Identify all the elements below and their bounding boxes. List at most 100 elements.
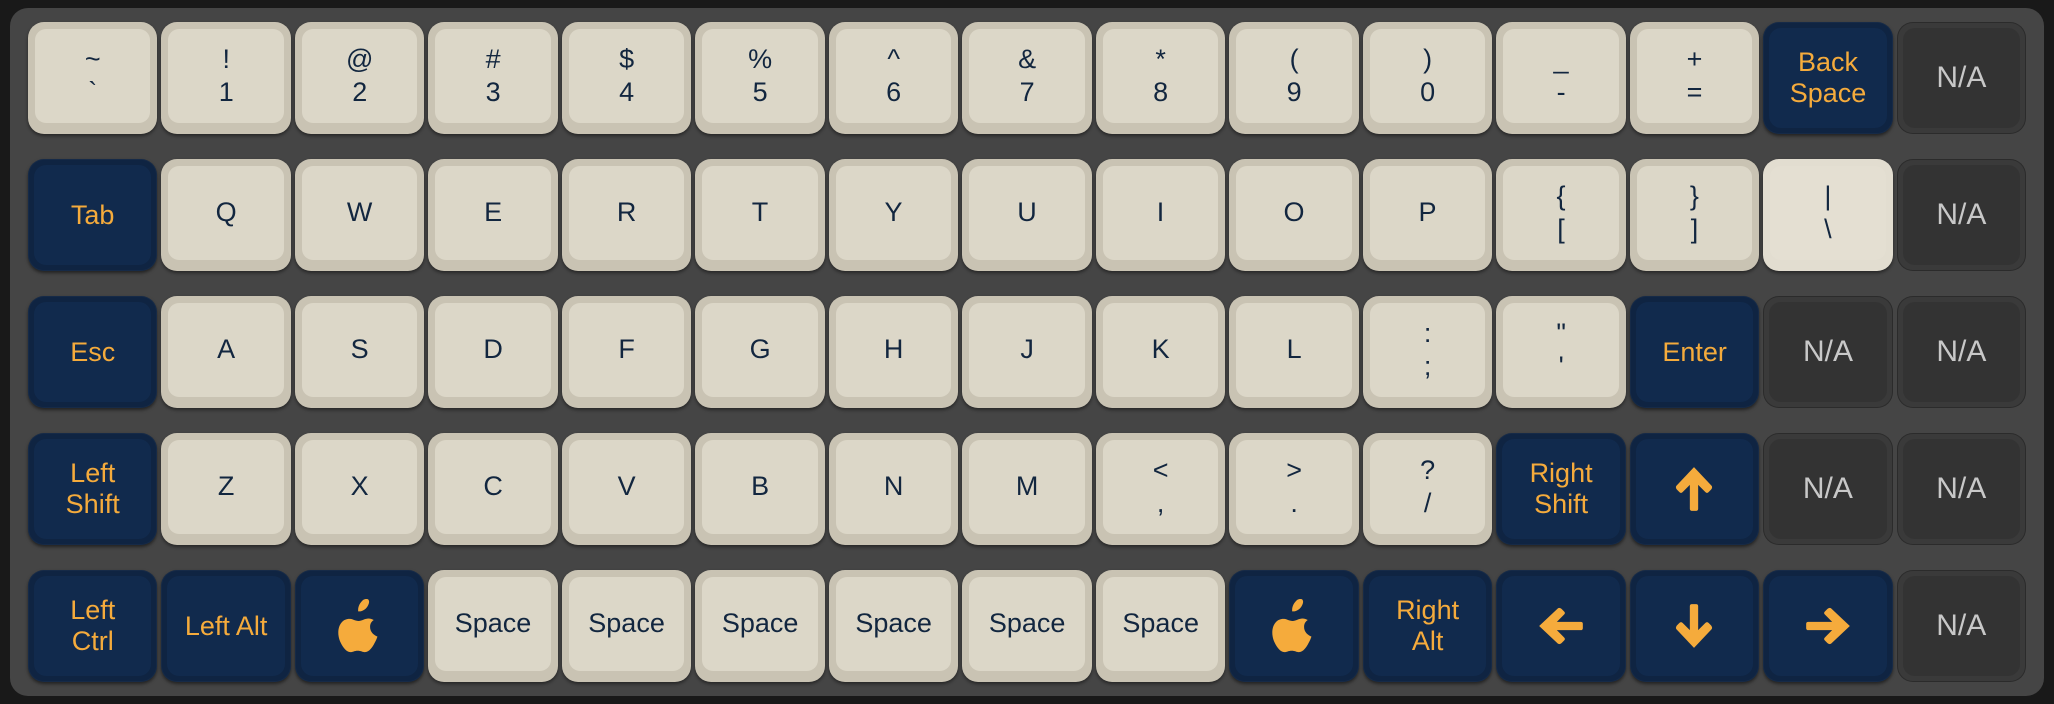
key-letter-f[interactable]: F	[561, 296, 692, 408]
key-digit-7[interactable]: & 7	[962, 22, 1092, 134]
key-face: N	[835, 440, 952, 534]
key-legend: T	[751, 197, 769, 228]
key-face: I	[1102, 166, 1219, 260]
key-face: ~ `	[35, 29, 151, 123]
key-face: | \	[1770, 166, 1886, 260]
key-na-r2c15: N/A	[1896, 159, 2027, 271]
key-letter-a[interactable]: A	[161, 296, 291, 408]
key-letter-r[interactable]: R	[561, 159, 692, 271]
key-semicolon[interactable]: :;	[1362, 296, 1493, 408]
key-letter-s[interactable]: S	[294, 296, 425, 408]
key-arrow-up[interactable]	[1629, 433, 1760, 545]
key-left-alt[interactable]: Left Alt	[161, 570, 291, 682]
key-left-ctrl[interactable]: Left Ctrl	[28, 570, 158, 682]
key-arrow-left[interactable]	[1496, 570, 1626, 682]
key-letter-y[interactable]: Y	[828, 159, 959, 271]
key-legend: Space	[855, 608, 932, 639]
arrow-right-icon	[1802, 600, 1854, 652]
apple-icon	[1271, 599, 1317, 653]
key-space-3[interactable]: Space	[695, 570, 825, 682]
key-legend-base: 2	[352, 76, 368, 107]
key-backslash[interactable]: | \	[1763, 159, 1893, 271]
key-legend-shifted: ?	[1420, 454, 1436, 485]
key-tab[interactable]: Tab	[28, 159, 158, 271]
key-face: Tab	[34, 165, 152, 265]
key-left-command[interactable]	[294, 570, 425, 682]
key-digit-6[interactable]: ^ 6	[828, 22, 959, 134]
key-bracket-right[interactable]: }]	[1629, 159, 1760, 271]
key-legend-line: Shift	[65, 489, 120, 519]
key-backspace[interactable]: Back Space	[1763, 22, 1893, 134]
key-legend: K	[1151, 334, 1170, 365]
key-digit-5[interactable]: % 5	[695, 22, 825, 134]
key-letter-u[interactable]: U	[962, 159, 1092, 271]
key-letter-h[interactable]: H	[828, 296, 959, 408]
key-face: U	[969, 166, 1085, 260]
key-digit-4[interactable]: $4	[561, 22, 692, 134]
key-face	[1502, 576, 1620, 676]
key-letter-n[interactable]: N	[828, 433, 959, 545]
key-space-4[interactable]: Space	[828, 570, 959, 682]
key-backtick[interactable]: ~ `	[28, 22, 158, 134]
key-escape[interactable]: Esc	[28, 296, 158, 408]
key-face: (9	[1236, 29, 1352, 123]
key-minus[interactable]: _ -	[1496, 22, 1626, 134]
key-letter-b[interactable]: B	[695, 433, 825, 545]
key-letter-o[interactable]: O	[1229, 159, 1359, 271]
key-digit-9[interactable]: (9	[1229, 22, 1359, 134]
key-face: Left Shift	[34, 439, 152, 539]
key-bracket-left[interactable]: {[	[1496, 159, 1626, 271]
key-enter[interactable]: Enter	[1629, 296, 1760, 408]
key-legend-base: \	[1824, 213, 1832, 244]
key-letter-j[interactable]: J	[962, 296, 1092, 408]
key-space-1[interactable]: Space	[428, 570, 558, 682]
key-legend-base: 4	[619, 76, 635, 107]
key-digit-1[interactable]: ! 1	[161, 22, 291, 134]
key-letter-i[interactable]: I	[1095, 159, 1226, 271]
key-face	[1235, 576, 1353, 676]
key-right-command[interactable]	[1229, 570, 1359, 682]
key-letter-p[interactable]: P	[1362, 159, 1493, 271]
key-space-5[interactable]: Space	[962, 570, 1092, 682]
key-arrow-down[interactable]	[1629, 570, 1760, 682]
key-digit-8[interactable]: * 8	[1095, 22, 1226, 134]
key-slash[interactable]: ? /	[1362, 433, 1493, 545]
key-face: Space	[969, 577, 1085, 671]
key-letter-d[interactable]: D	[428, 296, 558, 408]
key-letter-c[interactable]: C	[428, 433, 558, 545]
key-space-2[interactable]: Space	[561, 570, 692, 682]
key-right-shift[interactable]: Right Shift	[1496, 433, 1626, 545]
key-letter-e[interactable]: E	[428, 159, 558, 271]
key-face: _ -	[1503, 29, 1619, 123]
key-right-alt[interactable]: Right Alt	[1362, 570, 1493, 682]
key-letter-z[interactable]: Z	[161, 433, 291, 545]
key-letter-q[interactable]: Q	[161, 159, 291, 271]
key-comma[interactable]: <,	[1095, 433, 1226, 545]
key-letter-x[interactable]: X	[294, 433, 425, 545]
key-digit-2[interactable]: @2	[294, 22, 425, 134]
key-letter-k[interactable]: K	[1095, 296, 1226, 408]
key-equals[interactable]: + =	[1629, 22, 1760, 134]
key-digit-0[interactable]: ) 0	[1362, 22, 1493, 134]
key-letter-m[interactable]: M	[962, 433, 1092, 545]
key-quote[interactable]: " '	[1496, 296, 1626, 408]
key-face: Back Space	[1769, 28, 1887, 128]
key-legend-shifted: !	[222, 43, 230, 74]
key-left-shift[interactable]: Left Shift	[28, 433, 158, 545]
key-period[interactable]: >.	[1229, 433, 1359, 545]
key-space-6[interactable]: Space	[1095, 570, 1226, 682]
key-digit-3[interactable]: #3	[428, 22, 558, 134]
key-legend: H	[883, 334, 904, 365]
key-legend: F	[618, 334, 635, 365]
key-letter-g[interactable]: G	[695, 296, 825, 408]
key-letter-w[interactable]: W	[294, 159, 425, 271]
key-letter-l[interactable]: L	[1229, 296, 1359, 408]
key-face: R	[568, 166, 685, 260]
key-arrow-right[interactable]	[1763, 570, 1893, 682]
key-legend-base: ;	[1423, 350, 1432, 381]
arrow-left-icon	[1535, 600, 1587, 652]
key-legend-shifted: _	[1553, 43, 1569, 74]
key-letter-v[interactable]: V	[561, 433, 692, 545]
key-face: #3	[435, 29, 551, 123]
key-letter-t[interactable]: T	[695, 159, 825, 271]
